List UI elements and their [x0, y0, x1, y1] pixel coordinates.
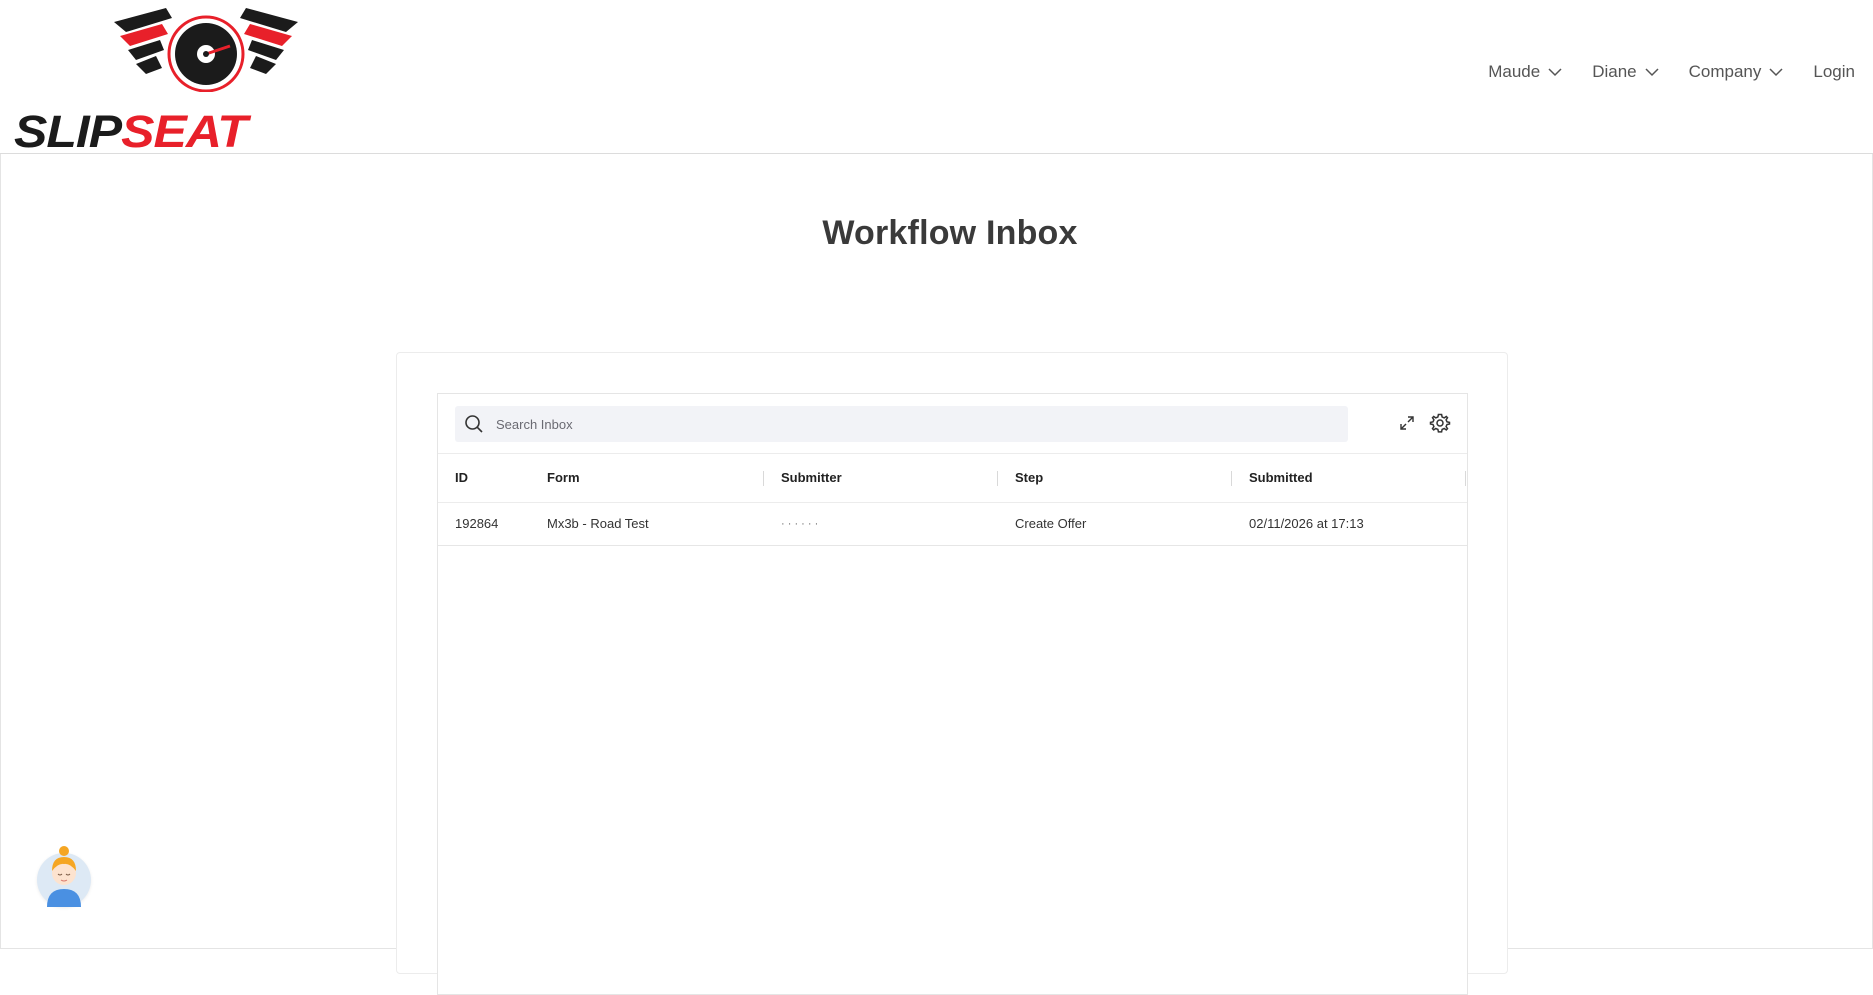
cell-id: 192864 — [455, 516, 499, 531]
table-header: ID Form Submitter Step Submitted — [438, 454, 1467, 503]
table-row[interactable]: 192864 Mx3b - Road Test · · · · · · Crea… — [438, 503, 1467, 546]
chat-assistant-avatar[interactable] — [37, 846, 91, 907]
inbox-toolbar — [438, 394, 1467, 454]
nav-item-diane[interactable]: Diane — [1592, 62, 1659, 82]
main-nav: Maude Diane Company Login — [1458, 62, 1855, 82]
nav-item-login[interactable]: Login — [1813, 62, 1855, 82]
cell-form: Mx3b - Road Test — [547, 516, 649, 531]
inbox-card: ID Form Submitter Step Submitted 192864 … — [396, 352, 1508, 995]
cell-submitter: · · · · · · — [781, 518, 819, 530]
search-icon — [465, 415, 483, 433]
column-header-submitted[interactable]: Submitted — [1249, 454, 1313, 502]
gear-icon[interactable] — [1429, 412, 1451, 434]
column-header-form[interactable]: Form — [547, 454, 580, 502]
speedometer-wings-emblem — [114, 8, 298, 92]
column-resizer[interactable] — [763, 471, 764, 486]
logo-word-seat: SEAT — [121, 106, 248, 157]
column-resizer[interactable] — [1465, 471, 1466, 486]
nav-item-maude[interactable]: Maude — [1488, 62, 1562, 82]
chevron-down-icon — [1645, 68, 1659, 77]
logo-wordmark: SLIPSEAT — [14, 109, 248, 154]
chevron-down-icon — [1769, 68, 1783, 77]
nav-item-label: Login — [1813, 62, 1855, 81]
nav-item-label: Company — [1688, 62, 1762, 81]
inbox-panel: ID Form Submitter Step Submitted 192864 … — [437, 393, 1468, 995]
column-resizer[interactable] — [1231, 471, 1232, 486]
assistant-avatar-icon — [47, 846, 81, 907]
nav-item-label: Diane — [1592, 62, 1637, 81]
search-box — [455, 406, 1348, 442]
nav-item-label: Maude — [1488, 62, 1541, 81]
column-resizer[interactable] — [997, 471, 998, 486]
slipseat-logo[interactable]: SLIPSEAT — [14, 2, 369, 154]
column-header-submitter[interactable]: Submitter — [781, 454, 842, 502]
logo-word-slip: SLIP — [14, 106, 122, 157]
expand-icon[interactable] — [1396, 412, 1418, 434]
page-title: Workflow Inbox — [822, 214, 1078, 252]
nav-item-company[interactable]: Company — [1689, 62, 1784, 82]
search-input[interactable] — [494, 415, 1338, 433]
cell-submitted: 02/11/2026 at 17:13 — [1249, 516, 1364, 531]
cell-step: Create Offer — [1015, 516, 1087, 531]
chevron-down-icon — [1548, 68, 1562, 77]
column-header-id[interactable]: ID — [455, 454, 468, 502]
column-header-step[interactable]: Step — [1015, 454, 1043, 502]
site-header: SLIPSEAT Maude Diane Company Login — [0, 0, 1873, 154]
